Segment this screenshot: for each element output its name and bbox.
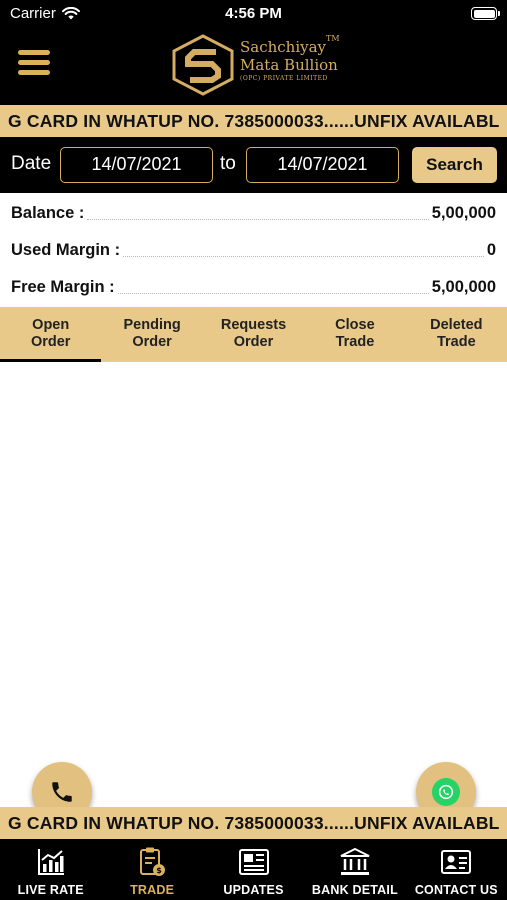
used-margin-label: Used Margin : — [11, 240, 121, 259]
date-label: Date — [11, 153, 52, 174]
marquee-ticker-bottom: G CARD IN WHATUP NO. 7385000033......UNF… — [0, 807, 507, 839]
search-button[interactable]: Search — [412, 147, 497, 183]
free-margin-row: Free Margin : 5,00,000 — [11, 272, 496, 302]
status-bar: Carrier 4:56 PM — [0, 0, 507, 28]
bottom-navigation: LIVE RATE $ TRADE UPDATES BANK DETAIL CO… — [0, 839, 507, 900]
tab-pending-order[interactable]: Pending Order — [101, 307, 202, 361]
newspaper-icon — [238, 845, 270, 879]
marquee-ticker-top: G CARD IN WHATUP NO. 7385000033......UNF… — [0, 105, 507, 137]
whatsapp-icon — [432, 778, 460, 806]
balance-row: Balance : 5,00,000 — [11, 198, 496, 228]
bank-icon — [339, 845, 371, 879]
tab-close-trade[interactable]: Close Trade — [304, 307, 405, 361]
phone-icon — [52, 782, 72, 802]
nav-updates[interactable]: UPDATES — [203, 839, 304, 900]
trademark-mark: TM — [326, 34, 340, 43]
date-filter-bar: Date 14/07/2021 to 14/07/2021 Search — [0, 137, 507, 193]
logo-mark-icon — [172, 34, 234, 96]
trade-icon: $ — [136, 845, 168, 879]
nav-label: CONTACT US — [414, 883, 498, 897]
order-tabs: Open Order Pending Order Requests Order … — [0, 307, 507, 362]
to-date-field[interactable]: 14/07/2021 — [246, 147, 399, 183]
used-margin-value: 0 — [486, 240, 496, 259]
nav-contact-us[interactable]: CONTACT US — [406, 839, 507, 900]
tab-open-order[interactable]: Open Order — [0, 307, 102, 362]
nav-label: LIVE RATE — [17, 883, 84, 897]
order-list — [0, 362, 507, 807]
brand-line-2: Mata Bullion — [240, 56, 338, 74]
status-time: 4:56 PM — [225, 5, 282, 22]
chart-icon — [35, 845, 67, 879]
tab-deleted-trade[interactable]: Deleted Trade — [406, 307, 507, 361]
contact-card-icon — [440, 845, 472, 879]
dotted-leader — [117, 292, 429, 294]
dotted-leader — [123, 255, 484, 257]
brand-line-3: (OPC) PRIVATE LIMITED — [240, 75, 328, 82]
free-margin-value: 5,00,000 — [431, 277, 496, 296]
dotted-leader — [87, 218, 429, 220]
nav-trade[interactable]: $ TRADE — [101, 839, 202, 900]
tab-requests-order[interactable]: Requests Order — [203, 307, 304, 361]
to-label: to — [220, 153, 236, 174]
brand-line-1: Sachchiyay — [240, 38, 327, 56]
nav-label: UPDATES — [223, 883, 284, 897]
logo-text: Sachchiyay Mata Bullion (OPC) PRIVATE LI… — [240, 34, 340, 83]
svg-text:$: $ — [156, 866, 162, 875]
nav-label: BANK DETAIL — [311, 883, 398, 897]
nav-live-rate[interactable]: LIVE RATE — [0, 839, 101, 900]
hamburger-menu-button[interactable] — [18, 50, 50, 78]
brand-logo: Sachchiyay Mata Bullion (OPC) PRIVATE LI… — [172, 34, 342, 98]
nav-bank-detail[interactable]: BANK DETAIL — [304, 839, 405, 900]
balance-label: Balance : — [11, 203, 85, 222]
app-header: Sachchiyay Mata Bullion (OPC) PRIVATE LI… — [0, 28, 507, 105]
battery-icon — [471, 7, 500, 20]
free-margin-label: Free Margin : — [11, 277, 115, 296]
account-summary: Balance : 5,00,000 Used Margin : 0 Free … — [0, 193, 507, 307]
balance-value: 5,00,000 — [431, 203, 496, 222]
nav-label: TRADE — [130, 883, 175, 897]
from-date-field[interactable]: 14/07/2021 — [60, 147, 213, 183]
used-margin-row: Used Margin : 0 — [11, 235, 496, 265]
